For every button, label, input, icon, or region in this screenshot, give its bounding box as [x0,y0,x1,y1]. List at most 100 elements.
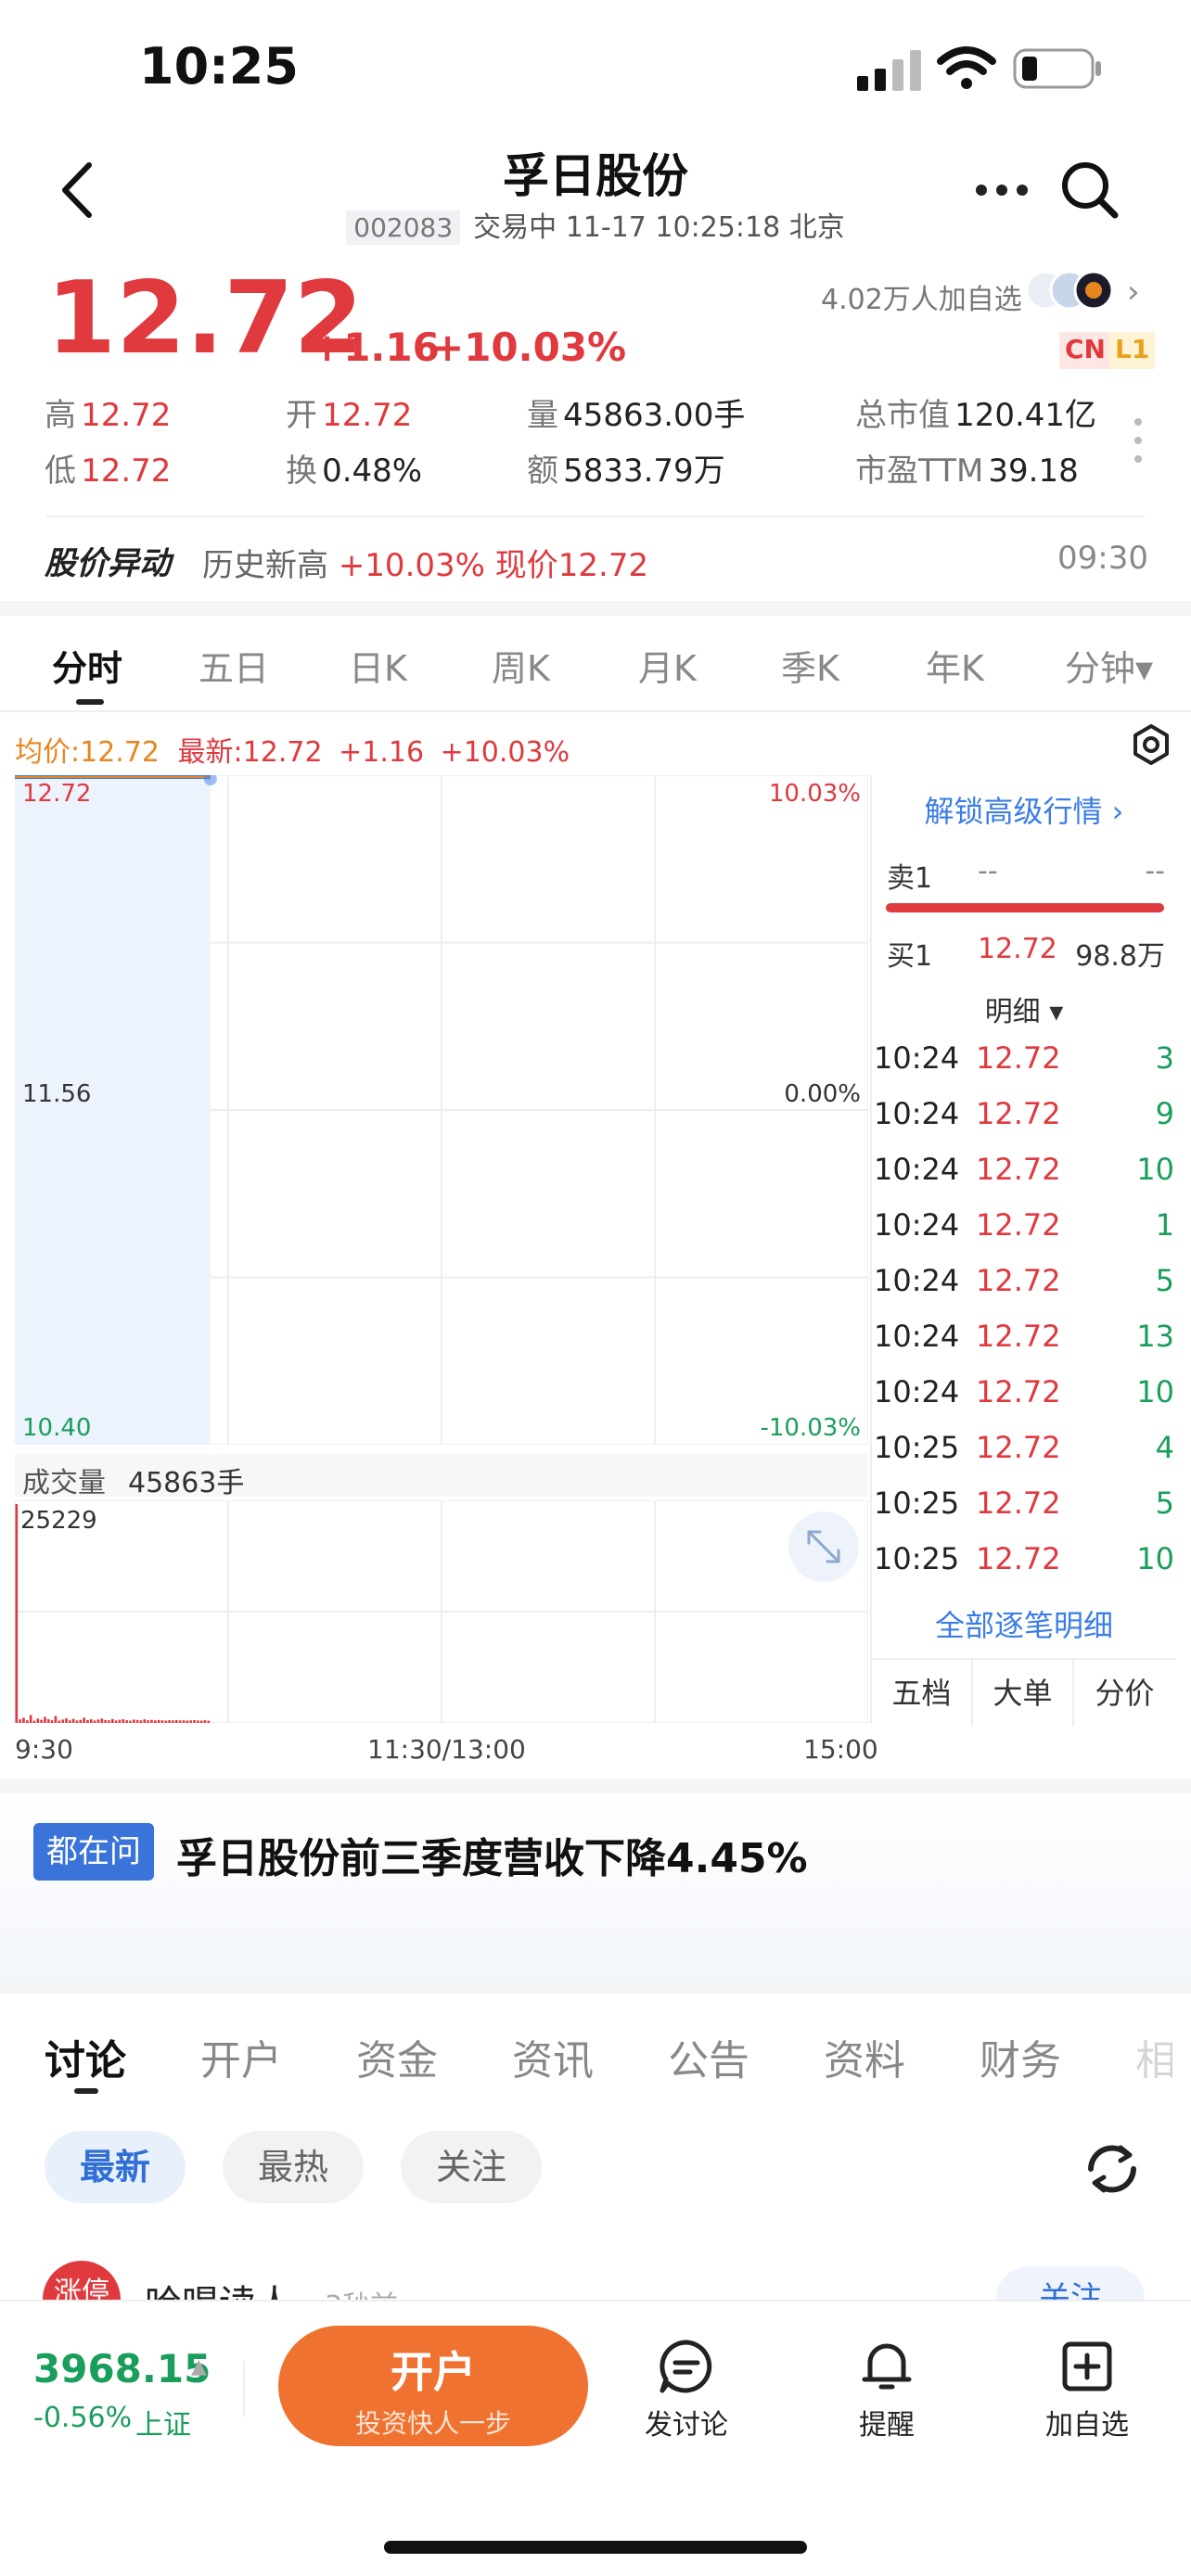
add-watchlist-button[interactable]: 加自选 [1022,2337,1152,2442]
tick-row: 10:24 12.72 10 [874,1374,1174,1409]
tab-underline [74,2088,98,2094]
tab-weekly-k[interactable]: 周K [492,640,550,691]
volume-bar [69,1720,71,1723]
tick-row: 10:24 12.72 9 [874,1096,1174,1131]
stat-pe-ttm: 市盈TTM 39.18 [855,453,1079,490]
volume-bar [203,1720,207,1723]
tab-profile[interactable]: 资料 [824,2027,905,2086]
volume-bar [125,1720,128,1723]
y-tick-left-mid: 11.56 [22,1080,91,1108]
tab-minute[interactable]: 分钟▾ [1065,640,1153,691]
divider [0,710,1191,712]
volume-bar [168,1720,171,1723]
volume-total: 45863手 [128,1467,245,1499]
volume-bar [40,1719,43,1723]
tab-daily-k[interactable]: 日K [349,640,407,691]
stat-open: 开 12.72 [286,397,413,434]
tab-yearly-k[interactable]: 年K [926,640,984,691]
divider [870,775,872,1723]
tab-monthly-k[interactable]: 月K [638,640,697,691]
volume-bar [118,1719,122,1723]
news-headline[interactable]: 孚日股份前三季度营收下降4.45% [176,1825,808,1884]
filter-following[interactable]: 关注 [401,2131,543,2203]
tab-five-levels[interactable]: 五档 [872,1660,973,1727]
intraday-chart[interactable]: 12.72 11.56 10.40 10.03% 0.00% -10.03% [15,775,868,1445]
chart-info: 均价:12.72 最新:12.72 +1.16 +10.03% [15,736,570,769]
tab-financials[interactable]: 财务 [980,2027,1061,2086]
volume-bar [193,1720,196,1723]
price-area-fill [15,777,211,1445]
volume-bar [15,1504,19,1723]
tab-more[interactable]: 相 [1135,2027,1172,2086]
stat-volume: 量 45863.00手 [527,397,746,434]
detail-dropdown[interactable]: 明细 ▾ [872,988,1176,1029]
tab-discussion[interactable]: 讨论 [45,2027,126,2086]
filter-latest[interactable]: 最新 [45,2131,186,2203]
index-value[interactable]: 3968.15 [33,2346,211,2391]
volume-bar [44,1716,46,1723]
volume-bar [108,1720,110,1723]
alert-button[interactable]: 提醒 [822,2337,952,2442]
latest-price: 最新:12.72 [177,736,323,769]
unlock-advanced-quotes-link[interactable]: 解锁高级行情 › [872,788,1176,831]
settings-icon[interactable] [1130,723,1172,766]
search-icon[interactable] [1057,158,1122,223]
tab-funds[interactable]: 资金 [356,2027,438,2086]
stat-turnover-rate: 换 0.48% [286,453,423,490]
volume-bar [75,1720,79,1723]
volume-bar [71,1718,75,1723]
refresh-icon[interactable] [1080,2136,1145,2201]
volume-bar [65,1718,68,1723]
market-badge-cn: CN [1059,332,1111,369]
more-vertical-icon[interactable] [1133,417,1143,464]
alert-text[interactable]: 历史新高 +10.03% 现价12.72 [202,540,648,585]
volume-bar [157,1719,160,1723]
tab-news[interactable]: 资讯 [512,2027,594,2086]
tab-big-orders[interactable]: 大单 [973,1660,1074,1727]
tick-row: 10:24 12.72 1 [874,1207,1174,1243]
followers-count[interactable]: 4.02万人加自选 [821,276,1022,317]
volume-bar [47,1719,50,1723]
level-badge-l1: L1 [1109,332,1156,369]
tab-open-account[interactable]: 开户 [200,2027,282,2086]
chat-icon [660,2340,712,2393]
index-name: 上证 [135,2409,191,2442]
index-change: -0.56% [33,2402,133,2434]
tab-announcements[interactable]: 公告 [668,2027,749,2086]
more-icon[interactable] [974,172,1030,209]
volume-bar [58,1720,61,1723]
tick-row: 10:25 12.72 4 [874,1430,1174,1465]
stat-market-cap: 总市值 120.41亿 [855,397,1097,434]
stock-subtitle: 002083 交易中 11-17 10:25:18 北京 [0,204,1191,245]
volume-bar [147,1720,149,1723]
volume-bar [178,1720,182,1723]
volume-chart: 25229 [15,1500,868,1723]
volume-bar [154,1720,157,1723]
filter-hot[interactable]: 最热 [223,2131,365,2203]
volume-bar [54,1715,58,1723]
follower-avatars [1025,270,1114,311]
open-account-button[interactable]: 开户 投资快人一步 [278,2326,588,2446]
volume-bar [100,1718,104,1723]
divider [46,516,1145,517]
all-trades-link[interactable]: 全部逐笔明细 [872,1602,1176,1645]
post-discussion-button[interactable]: 发讨论 [621,2337,751,2442]
tab-quarterly-k[interactable]: 季K [781,640,839,691]
y-tick-right-mid: 0.00% [784,1080,861,1108]
x-tick-open: 9:30 [15,1734,73,1765]
volume-bar [86,1720,89,1723]
trading-status: 交易中 11-17 10:25:18 北京 [473,211,845,244]
tab-five-day[interactable]: 五日 [198,640,269,691]
news-banner[interactable] [0,1793,1191,1979]
volume-bar [90,1719,93,1723]
x-tick-midday: 11:30/13:00 [367,1734,526,1765]
volume-bar [182,1720,186,1723]
tab-intraday[interactable]: 分时 [52,640,122,691]
volume-bar [133,1719,135,1723]
volume-bar [79,1719,83,1723]
volume-bar [160,1720,164,1723]
chevron-right-icon[interactable]: › [1127,274,1140,311]
volume-label: 成交量 [22,1467,106,1499]
tab-price-distribution[interactable]: 分价 [1074,1660,1175,1727]
status-time: 10:25 [139,37,299,96]
